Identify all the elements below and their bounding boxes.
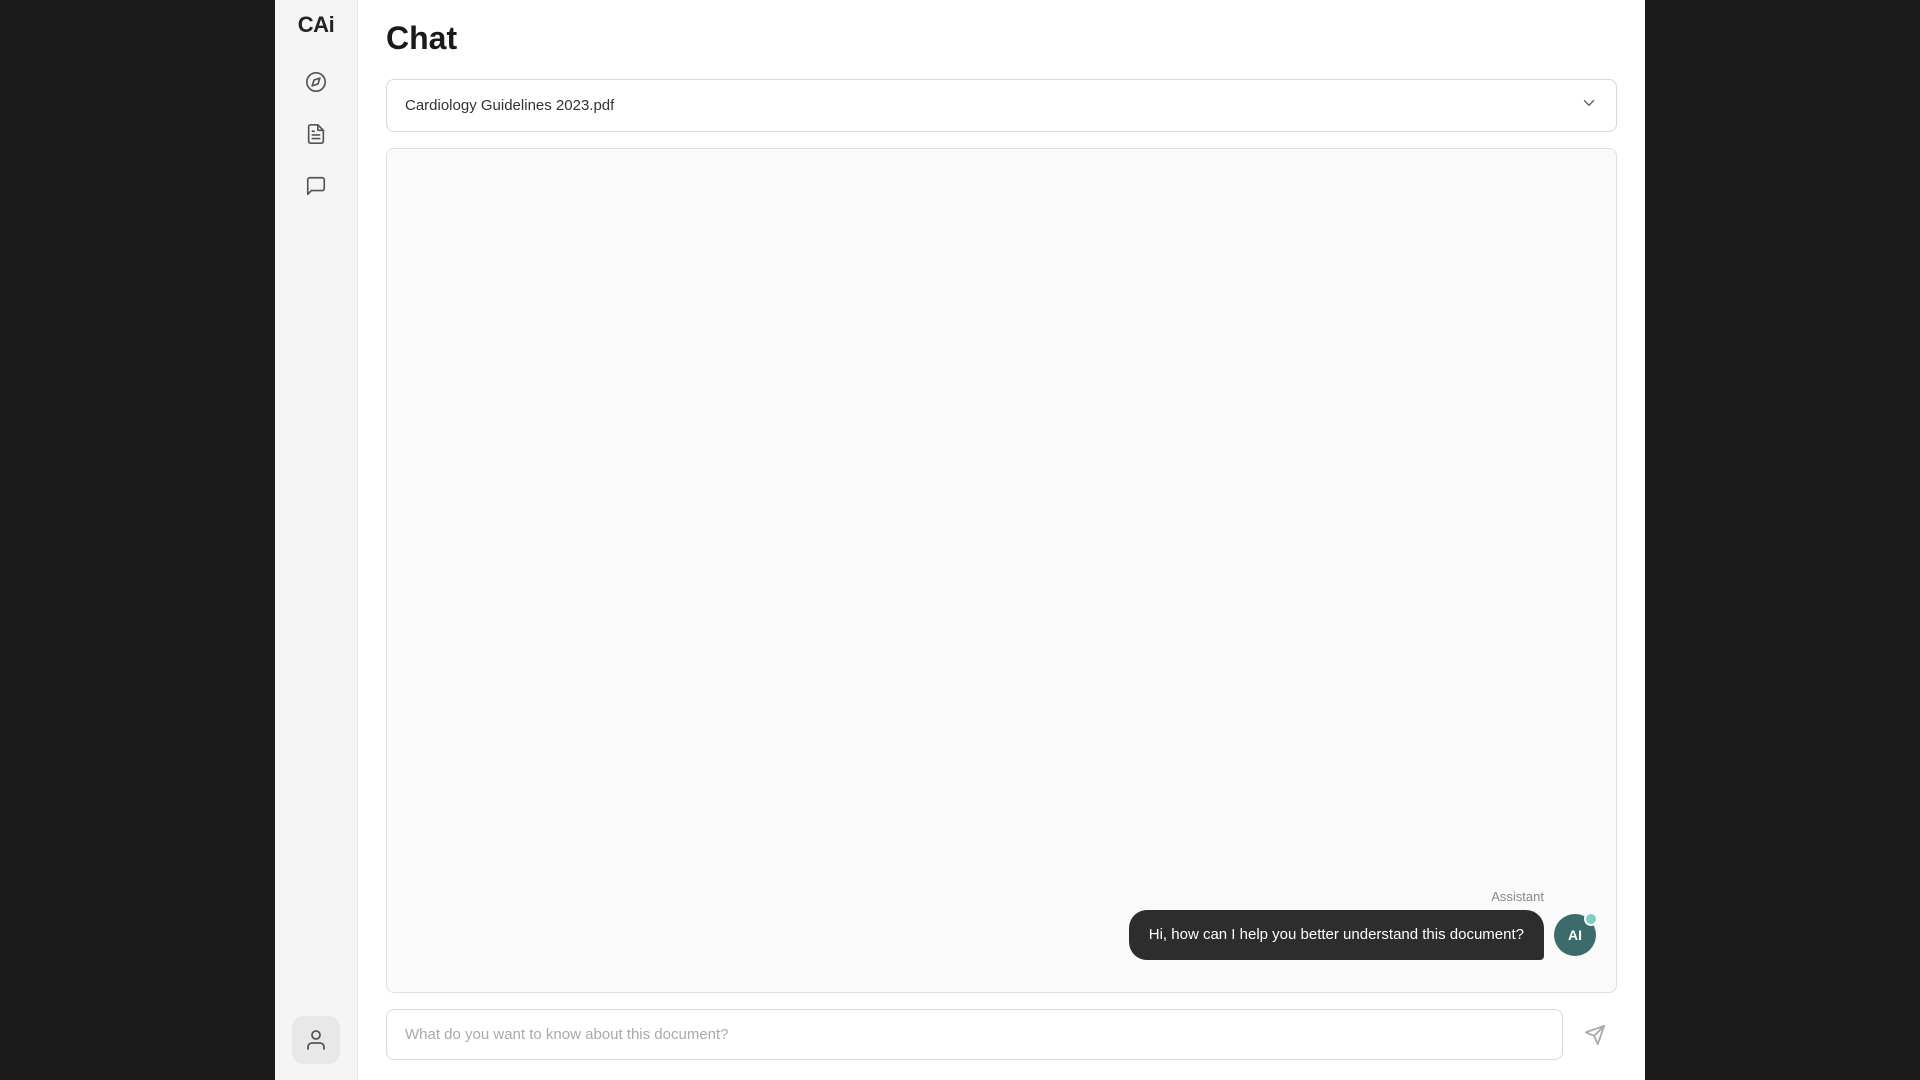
- sidebar-item-compass[interactable]: [292, 58, 340, 106]
- compass-icon: [305, 71, 327, 93]
- main-content: Chat Cardiology Guidelines 2023.pdf Assi…: [358, 0, 1645, 1080]
- document-selector-label: Cardiology Guidelines 2023.pdf: [405, 97, 614, 114]
- assistant-label: Assistant: [1491, 889, 1544, 904]
- sidebar-item-chat[interactable]: [292, 162, 340, 210]
- user-avatar-button[interactable]: [292, 1016, 340, 1064]
- assistant-avatar-badge: [1584, 912, 1598, 926]
- chat-bubble-icon: [305, 175, 327, 197]
- chat-messages: Assistant Hi, how can I help you better …: [387, 149, 1616, 992]
- assistant-avatar-initials: AI: [1568, 927, 1582, 943]
- document-icon: [305, 123, 327, 145]
- assistant-avatar: AI: [1554, 914, 1596, 956]
- sidebar-nav: [275, 58, 357, 210]
- assistant-message-row: Hi, how can I help you better understand…: [1129, 910, 1596, 961]
- send-button[interactable]: [1573, 1013, 1617, 1057]
- chat-input[interactable]: [386, 1009, 1563, 1060]
- page-title: Chat: [386, 20, 1617, 57]
- sidebar-item-document[interactable]: [292, 110, 340, 158]
- sidebar-bottom: [292, 1016, 340, 1064]
- sidebar: CAi: [275, 0, 358, 1080]
- document-selector[interactable]: Cardiology Guidelines 2023.pdf: [386, 79, 1617, 132]
- assistant-bubble: Hi, how can I help you better understand…: [1129, 910, 1544, 961]
- app-logo: CAi: [298, 12, 334, 38]
- app-container: CAi: [275, 0, 1645, 1080]
- user-icon: [304, 1028, 328, 1052]
- assistant-message-container: Assistant Hi, how can I help you better …: [407, 889, 1596, 961]
- input-area: [386, 1009, 1617, 1060]
- send-icon: [1584, 1024, 1606, 1046]
- chevron-down-icon: [1580, 94, 1598, 117]
- chat-area: Assistant Hi, how can I help you better …: [386, 148, 1617, 993]
